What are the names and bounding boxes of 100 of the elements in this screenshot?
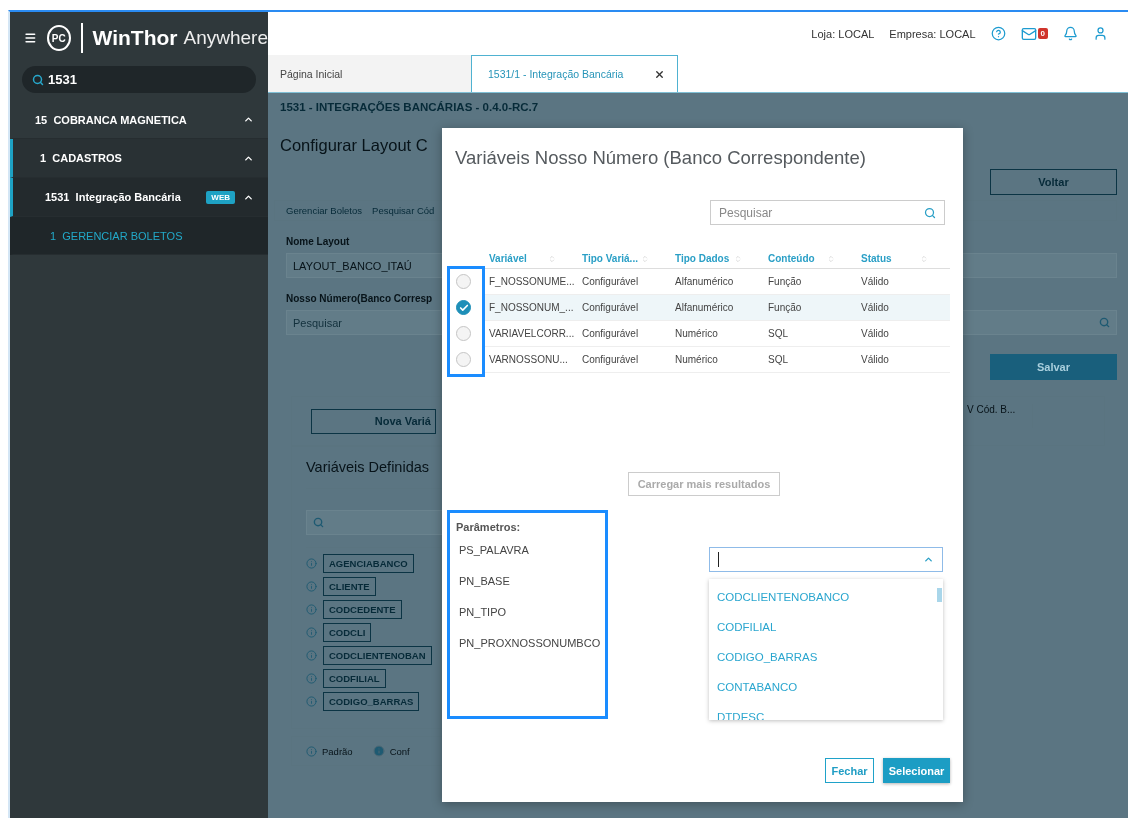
info-icon <box>306 558 317 569</box>
select-button[interactable]: Selecionar <box>883 758 950 783</box>
logo-mark: PC <box>46 25 71 51</box>
variable-tag[interactable]: CODFILIAL <box>323 669 386 688</box>
column-header[interactable]: Tipo Dados <box>671 253 764 264</box>
load-more-button[interactable]: Carregar mais resultados <box>628 472 780 496</box>
save-button[interactable]: Salvar <box>990 354 1117 380</box>
page-title: 1531 - INTEGRAÇÕES BANCÁRIAS - 0.4.0-RC.7 <box>280 101 540 113</box>
field-label: Nome Layout <box>286 236 351 247</box>
text-cursor <box>718 552 719 567</box>
menu-item-label: 1 CADASTROS <box>40 152 123 164</box>
info-icon <box>306 745 317 757</box>
company-label: Empresa: LOCAL <box>889 27 976 40</box>
variable-tag[interactable]: CODCEDENTE <box>323 600 402 619</box>
info-icon <box>306 696 317 707</box>
menu-item-label: 1 GERENCIAR BOLETOS <box>50 229 184 242</box>
variable-tag[interactable]: AGENCIABANCO <box>323 554 414 573</box>
search-field[interactable]: Pesquisar <box>710 200 945 225</box>
user-icon[interactable] <box>1093 26 1108 41</box>
info-icon <box>306 627 317 638</box>
dropdown-option[interactable]: CODIGO_BARRAS <box>709 642 943 672</box>
table-cell-text: Válido <box>860 354 890 365</box>
store-label: Loja: LOCAL <box>811 27 875 40</box>
variable-tag[interactable]: CODCLI <box>323 623 372 642</box>
column-header[interactable]: Tipo Variá... <box>578 253 671 264</box>
brand-suffix: Anywhere <box>183 27 268 49</box>
back-button[interactable]: Voltar <box>990 169 1117 195</box>
close-button[interactable]: Fechar <box>825 758 874 783</box>
mail-icon[interactable] <box>1020 25 1037 42</box>
table-cell-text: VARNOSSONU... <box>488 354 569 365</box>
sort-icon <box>641 254 649 263</box>
page-heading: Configurar Layout C <box>280 136 429 155</box>
table-cell-text: Válido <box>860 328 890 339</box>
table-cell-text: Configurável <box>581 302 640 313</box>
parameter-name: PN_PROXNOSSONUMBCO <box>458 637 599 649</box>
dropdown-option[interactable]: CONTABANCO <box>709 672 943 702</box>
legend-label: Padrão <box>322 745 353 757</box>
column-header[interactable]: Conteúdo <box>764 253 857 264</box>
tab[interactable]: 1531/1 - Integração Bancária <box>471 55 678 92</box>
field-label: Nosso Número(Banco Corresp <box>286 293 434 304</box>
menu-item[interactable]: 1 GERENCIAR BOLETOS <box>10 217 268 255</box>
search-field[interactable]: 1531 <box>22 66 256 93</box>
table-cell-text: Função <box>767 276 803 287</box>
info-icon <box>306 604 317 615</box>
table-cell-text: Alfanumérico <box>674 276 735 287</box>
radio-button[interactable] <box>456 352 471 367</box>
variable-tag[interactable]: CODCLIENTENOBAN <box>323 646 432 665</box>
sort-icon <box>734 254 742 263</box>
table-cell-text: Válido <box>860 276 890 287</box>
table-cell-text: Configurável <box>581 328 640 339</box>
table-cell-text: Numérico <box>674 354 719 365</box>
logo-divider <box>80 23 83 53</box>
info-icon <box>372 745 385 757</box>
tab[interactable]: Página Inicial <box>268 55 471 92</box>
sort-icon <box>920 254 928 263</box>
bell-icon[interactable] <box>1063 26 1078 41</box>
info-icon <box>306 581 317 592</box>
breadcrumb-link[interactable]: Gerenciar Boletos <box>286 205 363 216</box>
menu-item[interactable]: 1531 Integração Bancária WEB <box>10 178 268 217</box>
table-cell-text: Alfanumérico <box>674 302 735 313</box>
table-cell-text: F_NOSSONUME... <box>488 276 576 287</box>
table-cell-text: Configurável <box>581 354 640 365</box>
column-header[interactable]: Status <box>857 253 950 264</box>
legend-label: Conf <box>389 745 410 757</box>
parameters-title: Parâmetros: <box>456 521 522 533</box>
info-icon <box>306 673 317 684</box>
info-icon <box>306 650 317 661</box>
menu-item[interactable]: 1 CADASTROS <box>10 139 268 178</box>
table-row[interactable]: F_NOSSONUM_... Configurável Alfanumérico Função Válido <box>485 295 950 321</box>
parameter-name: PN_BASE <box>458 575 511 587</box>
variable-tag[interactable]: CODIGO_BARRAS <box>323 692 420 711</box>
table-cell-text: VARIAVELCORR... <box>488 328 576 339</box>
menu-icon[interactable] <box>24 31 37 45</box>
modal-title: Variáveis Nosso Número (Banco Correspondente) <box>454 147 867 169</box>
table-cell-text: Numérico <box>674 328 719 339</box>
parameter-name: PN_TIPO <box>458 606 508 618</box>
scrollbar-thumb[interactable] <box>937 588 942 602</box>
column-header[interactable]: Variável <box>485 253 578 264</box>
select-field[interactable] <box>709 547 943 572</box>
new-variable-button[interactable]: Nova Variá <box>311 408 436 434</box>
help-icon[interactable] <box>990 26 1006 41</box>
table-cell-text: SQL <box>767 354 789 365</box>
brand-name: WinThor <box>92 26 178 50</box>
radio-button[interactable] <box>456 300 471 315</box>
caret-icon[interactable] <box>243 114 254 125</box>
menu-item-label: 15 COBRANCA MAGNETICA <box>35 113 188 126</box>
radio-button[interactable] <box>456 326 471 341</box>
caret-icon <box>923 554 934 565</box>
dropdown-option[interactable]: CODFILIAL <box>709 612 943 642</box>
parameter-name: PS_PALAVRA <box>458 544 530 556</box>
check-icon <box>458 302 469 313</box>
variable-tag[interactable]: CLIENTE <box>323 577 376 596</box>
dropdown-option[interactable]: CODCLIENTENOBANCO <box>709 582 943 612</box>
table-cell-text: Função <box>767 302 803 313</box>
radio-button[interactable] <box>456 274 471 289</box>
close-icon[interactable] <box>654 68 665 80</box>
table-cell-text: Válido <box>860 302 890 313</box>
menu-item-label: 1531 Integração Bancária <box>45 191 182 203</box>
table-cell-text: F_NOSSONUM_... <box>488 302 575 313</box>
breadcrumb-link[interactable]: Pesquisar Cód <box>372 205 435 216</box>
